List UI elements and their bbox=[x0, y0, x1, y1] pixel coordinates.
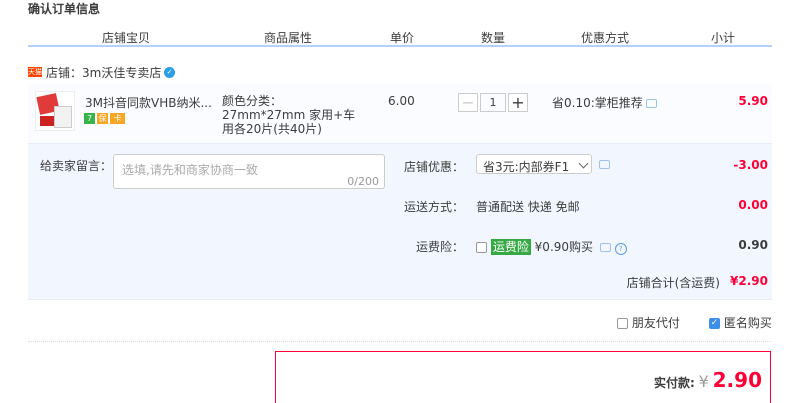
col-promo: 优惠方式 bbox=[581, 31, 630, 45]
item-price: 6.00 bbox=[388, 94, 415, 108]
tmall-icon: 天猫 bbox=[28, 67, 42, 77]
friend-pay-checkbox[interactable] bbox=[617, 318, 628, 329]
shipping-amount: 0.00 bbox=[738, 198, 768, 212]
shop-name-text[interactable]: 3m沃佳专卖店 bbox=[82, 66, 161, 80]
shipping-value: 普通配送 快递 免邮 bbox=[476, 200, 580, 214]
quantity-input[interactable]: 1 bbox=[480, 93, 506, 112]
col-shop-item: 店铺宝贝 bbox=[102, 31, 151, 45]
payment-box: 实付款: ¥ 2.90 bbox=[275, 351, 771, 403]
item-row: 3M抖音同款VHB纳米... 7保卡 颜色分类：27mm*27mm 家用+车用各… bbox=[28, 84, 772, 144]
order-options-panel: 给卖家留言： 选填,请先和商家协商一致 0/200 店铺优惠： 省3元:内部券F… bbox=[28, 144, 772, 300]
insurance-badge: 运费险 bbox=[490, 239, 531, 255]
guarantee-icon: 保 bbox=[97, 113, 108, 124]
message-count: 0/200 bbox=[347, 175, 379, 188]
payment-currency: ¥ bbox=[698, 372, 709, 391]
anonymous-label: 匿名购买 bbox=[723, 316, 772, 330]
item-subtotal: 5.90 bbox=[738, 94, 768, 108]
verified-icon: ✓ bbox=[164, 67, 175, 78]
coupon-select[interactable]: 省3元:内部券F1 bbox=[476, 154, 592, 174]
payment-label: 实付款: bbox=[653, 376, 695, 390]
shipping-label: 运送方式： bbox=[404, 200, 465, 214]
coupon-label: 店铺优惠： bbox=[404, 160, 465, 174]
service-badges: 7保卡 bbox=[84, 113, 127, 127]
insurance-text: ¥0.90购买 bbox=[534, 240, 594, 254]
col-props: 商品属性 bbox=[264, 31, 313, 45]
friend-pay-option[interactable]: 朋友代付 bbox=[617, 314, 680, 331]
quantity-stepper: − 1 + bbox=[458, 93, 530, 112]
col-qty: 数量 bbox=[481, 31, 506, 45]
item-name[interactable]: 3M抖音同款VHB纳米... bbox=[85, 94, 217, 111]
order-table-header: 店铺宝贝 商品属性 单价 数量 优惠方式 小计 bbox=[28, 25, 772, 47]
seven-day-return-icon: 7 bbox=[84, 113, 95, 124]
item-promo: 省0.10:掌柜推荐 bbox=[552, 94, 657, 111]
message-placeholder: 选填,请先和商家协商一致 bbox=[122, 163, 258, 177]
card-icon: 卡 bbox=[110, 113, 125, 124]
decrease-button[interactable]: − bbox=[458, 93, 478, 112]
shop-label: 店铺： bbox=[46, 66, 83, 80]
insurance-label: 运费险： bbox=[416, 240, 465, 254]
friend-pay-label: 朋友代付 bbox=[631, 316, 680, 330]
coupon-value: 省3元:内部券F1 bbox=[483, 160, 570, 174]
insurance-checkbox[interactable] bbox=[476, 242, 487, 253]
anonymous-checkbox[interactable]: ✓ bbox=[709, 318, 720, 329]
payment-amount: 2.90 bbox=[712, 368, 762, 392]
divider bbox=[28, 341, 772, 342]
message-label: 给卖家留言： bbox=[40, 159, 113, 173]
shop-total-label: 店铺合计(含运费) bbox=[626, 276, 720, 290]
page-title: 确认订单信息 bbox=[28, 2, 101, 16]
chevron-down-icon bbox=[578, 158, 589, 169]
item-props: 颜色分类：27mm*27mm 家用+车用各20片(共40片) bbox=[222, 94, 356, 136]
promo-text: 省0.10:掌柜推荐 bbox=[552, 96, 643, 110]
col-price: 单价 bbox=[390, 31, 415, 45]
chat-icon[interactable] bbox=[599, 160, 610, 169]
payment-summary: 实付款: ¥ 2.90 bbox=[654, 368, 762, 392]
increase-button[interactable]: + bbox=[508, 93, 528, 112]
shop-name[interactable]: 店铺：3m沃佳专卖店 bbox=[46, 64, 161, 81]
insurance-option: 运费险 ¥0.90购买 ? bbox=[476, 238, 627, 255]
item-thumbnail[interactable] bbox=[35, 91, 75, 131]
insurance-amount: 0.90 bbox=[738, 238, 768, 252]
message-input[interactable]: 选填,请先和商家协商一致 0/200 bbox=[113, 154, 385, 189]
help-icon[interactable]: ? bbox=[614, 243, 627, 255]
shop-total-amount: ¥2.90 bbox=[730, 274, 768, 288]
chat-icon[interactable] bbox=[645, 99, 657, 108]
chat-icon[interactable] bbox=[599, 243, 611, 252]
col-subtotal: 小计 bbox=[711, 31, 736, 45]
anonymous-option[interactable]: ✓ 匿名购买 bbox=[709, 314, 772, 331]
coupon-amount: -3.00 bbox=[733, 158, 768, 172]
